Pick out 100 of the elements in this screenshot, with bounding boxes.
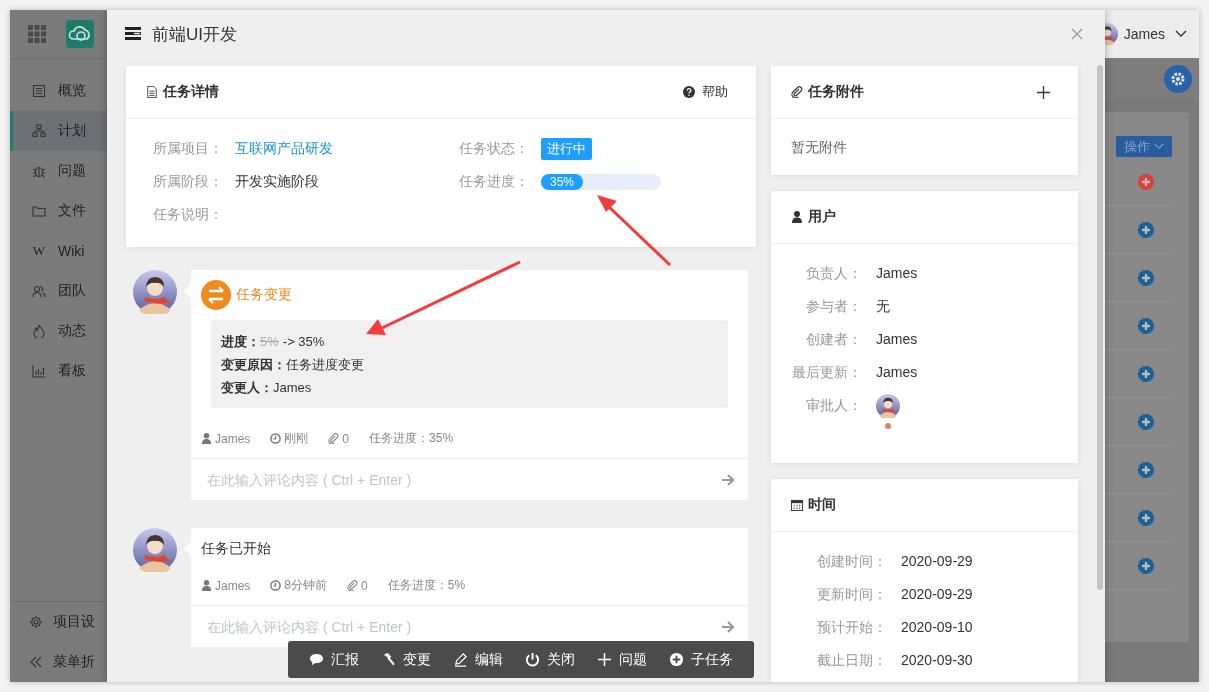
field-label: 负责人： — [805, 265, 863, 283]
clock-icon — [270, 580, 282, 591]
folder-icon — [32, 204, 46, 218]
field-label: 所属阶段： — [153, 172, 224, 191]
sidebar-item[interactable]: 文件 — [10, 191, 107, 231]
card-title: 用户 — [808, 208, 836, 226]
sidebar-item[interactable]: 菜单折 — [10, 642, 107, 682]
field-label: 审批人： — [805, 397, 863, 415]
cloud-logo-icon[interactable] — [66, 20, 94, 48]
clock-icon — [270, 433, 282, 444]
document-icon — [146, 86, 158, 98]
toolbar-button[interactable]: 编辑 — [442, 641, 514, 678]
sidebar-item[interactable]: 项目设 — [10, 602, 107, 642]
author-name: James — [215, 578, 251, 593]
project-link[interactable]: 互联网产品研发 — [235, 139, 333, 158]
comment-field[interactable]: 在此输入评论内容 ( Ctrl + Enter ) — [205, 470, 721, 489]
people-icon — [32, 284, 46, 298]
power-icon — [525, 652, 540, 667]
caret-icon — [1154, 143, 1164, 150]
pencil-icon — [453, 652, 468, 667]
change-line: 进度：5% -> 35% — [221, 333, 326, 351]
sidebar-item[interactable]: 看板 — [10, 351, 107, 391]
toolbar-button[interactable]: 关闭 — [514, 641, 586, 678]
user-icon — [791, 211, 803, 223]
field-label: 最后更新： — [791, 364, 863, 382]
calendar-icon — [791, 499, 803, 511]
double-chevron-icon — [29, 655, 43, 669]
user-menu[interactable]: James — [1123, 26, 1165, 42]
field-label: 创建时间： — [816, 553, 888, 571]
empty-text: 暂无附件 — [790, 138, 848, 157]
plus-circle-icon — [669, 652, 684, 667]
progress-text: 任务进度：35% — [369, 430, 454, 447]
field-label: 任务进度： — [459, 172, 530, 191]
change-line: 变更原因：任务进度变更 — [221, 356, 365, 374]
sidebar-item[interactable]: 概览 — [10, 71, 107, 111]
sidebar-item[interactable]: 计划 — [10, 111, 107, 151]
paperclip-icon — [347, 580, 359, 591]
comment-field[interactable]: 在此输入评论内容 ( Ctrl + Enter ) — [205, 617, 721, 636]
scrollbar[interactable] — [1097, 65, 1103, 590]
sidebar-item[interactable]: 团队 — [10, 271, 107, 311]
settings-icon[interactable] — [1164, 65, 1192, 93]
field-label: 任务说明： — [153, 205, 224, 224]
toolbar-button[interactable]: 子任务 — [658, 641, 744, 678]
card-title: 任务详情 — [163, 83, 219, 101]
attachment-count: 0 — [361, 578, 368, 593]
time-text: 8分钟前 — [284, 577, 328, 594]
dialog-title: 前端UI开发 — [152, 23, 238, 46]
field-value: 开发实施阶段 — [235, 172, 319, 191]
field-label: 截止日期： — [816, 652, 888, 670]
speech-bubble-icon — [309, 652, 324, 667]
user-avatar — [133, 528, 177, 572]
sidebar-item[interactable]: W Wiki — [10, 231, 107, 271]
toolbar-button[interactable]: 变更 — [370, 641, 442, 678]
sidebar-item[interactable]: 问题 — [10, 151, 107, 191]
field-value: James — [876, 364, 918, 380]
attachment-count: 0 — [342, 431, 350, 446]
author-name: James — [215, 431, 251, 446]
toolbar-button[interactable]: 汇报 — [298, 641, 370, 678]
sitemap-icon — [32, 124, 46, 138]
field-label: 所属项目： — [153, 139, 224, 158]
action-dropdown[interactable]: 操作 — [1116, 136, 1172, 157]
field-value: James — [876, 265, 918, 281]
field-value: James — [876, 331, 918, 347]
paperclip-icon — [328, 433, 340, 444]
field-value: 2020-09-10 — [901, 619, 973, 635]
paperclip-icon — [791, 86, 803, 98]
flame-icon — [32, 324, 46, 338]
help-icon[interactable] — [683, 86, 695, 98]
wiki-icon: W — [32, 243, 46, 259]
field-label: 创建者： — [805, 331, 863, 349]
timeline-text: 任务已开始 — [200, 539, 272, 558]
card-title: 时间 — [808, 496, 836, 514]
swap-icon — [201, 280, 231, 310]
add-icon[interactable] — [1037, 85, 1050, 99]
time-text: 刚刚 — [284, 430, 309, 447]
apps-grid-icon[interactable] — [28, 25, 46, 43]
close-icon[interactable] — [1071, 28, 1083, 40]
user-avatar[interactable] — [876, 394, 900, 418]
user-avatar — [133, 270, 177, 314]
bug-icon — [32, 164, 46, 178]
hammer-icon — [381, 652, 396, 667]
sidebar-item[interactable]: 动态 — [10, 311, 107, 351]
field-label: 参与者： — [805, 298, 863, 316]
send-arrow-icon[interactable] — [721, 472, 735, 487]
field-value: 无 — [876, 298, 890, 316]
caret-icon[interactable] — [1175, 30, 1187, 38]
plus-icon — [597, 652, 612, 667]
send-arrow-icon[interactable] — [721, 619, 735, 634]
document-icon — [32, 84, 46, 98]
field-label: 更新时间： — [816, 586, 888, 604]
help-link[interactable]: 帮助 — [702, 83, 728, 101]
user-icon — [201, 433, 212, 444]
settings-icon — [29, 615, 43, 629]
change-title: 任务变更 — [236, 286, 292, 304]
status-badge: 进行中 — [541, 137, 592, 160]
field-value: 2020-09-29 — [901, 586, 973, 602]
toolbar-button[interactable]: 问题 — [586, 641, 658, 678]
progress-bar: 35% — [541, 173, 661, 190]
field-value: 2020-09-29 — [901, 553, 973, 569]
user-icon — [201, 580, 212, 591]
